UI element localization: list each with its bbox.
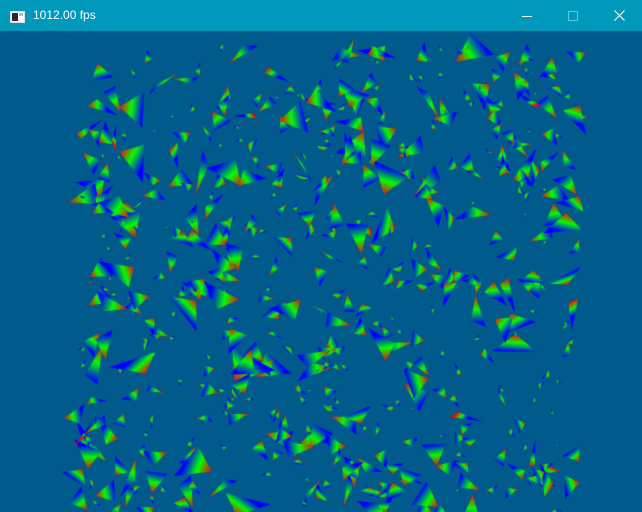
close-icon bbox=[613, 10, 625, 21]
maximize-icon bbox=[568, 10, 578, 21]
maximize-button[interactable] bbox=[550, 0, 596, 31]
render-viewport[interactable] bbox=[0, 31, 642, 512]
console-window-icon bbox=[10, 10, 25, 23]
triangle-particles-canvas bbox=[0, 31, 642, 512]
minimize-icon bbox=[522, 11, 532, 21]
minimize-button[interactable] bbox=[504, 0, 550, 31]
title-bar[interactable]: 1012.00 fps bbox=[0, 0, 642, 31]
close-button[interactable] bbox=[596, 0, 642, 31]
caption-buttons bbox=[504, 0, 642, 31]
app-window: 1012.00 fps bbox=[0, 0, 642, 512]
window-title: 1012.00 fps bbox=[33, 8, 96, 22]
